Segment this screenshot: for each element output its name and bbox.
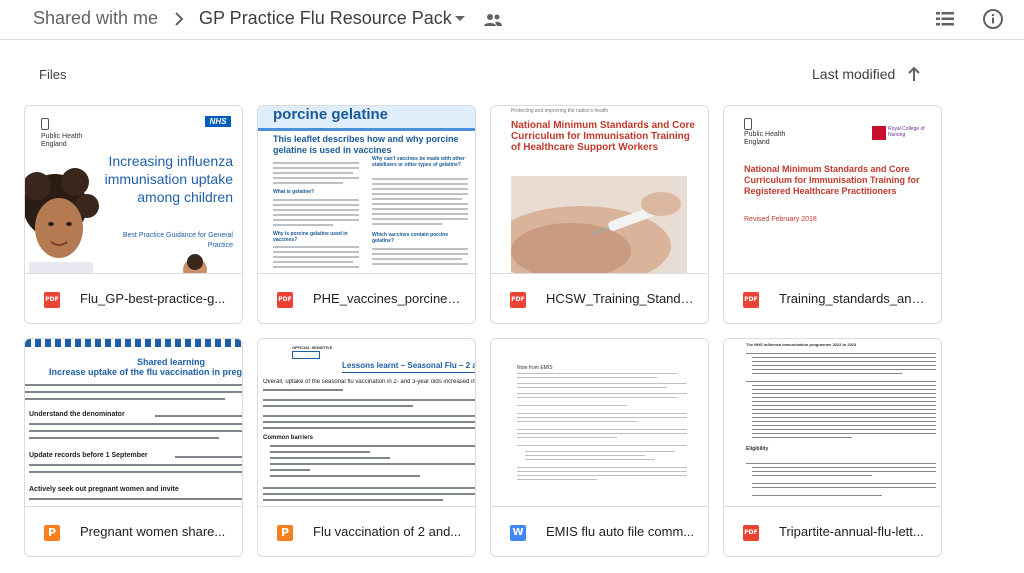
breadcrumb-current-folder[interactable]: GP Practice Flu Resource Pack xyxy=(199,8,452,29)
doc-title: Increasing influenza immunisation uptake… xyxy=(104,153,233,205)
file-card[interactable]: Note from EMIS EMIS flu auto file comm..… xyxy=(490,338,709,557)
section-heading: Common barriers xyxy=(263,435,314,441)
file-thumbnail: OFFICIAL SENSITIVE Lessons learnt – Seas… xyxy=(258,339,475,507)
section-heading: Actively seek out pregnant women and inv… xyxy=(29,486,179,493)
breadcrumb-shared-with-me[interactable]: Shared with me xyxy=(33,8,158,29)
org-name: Public Health England xyxy=(744,131,786,146)
doc-subtitle: Best Practice Guidance for General Pract… xyxy=(122,232,233,249)
nhs-logo: NHS xyxy=(205,116,231,127)
file-card[interactable]: Shared learning Increase uptake of the f… xyxy=(24,338,243,557)
section-heading: Which vaccines contain porcine gelatine? xyxy=(372,232,449,244)
doc-subtitle: Increase uptake of the flu vaccination i… xyxy=(49,367,242,377)
doc-date: Revised February 2018 xyxy=(744,216,817,223)
file-name: Tripartite-annual-flu-lett... xyxy=(779,524,924,539)
injection-photo xyxy=(511,176,687,273)
file-thumbnail: Note from EMIS xyxy=(491,339,708,507)
file-thumbnail: The NHS influenza immunisation programme… xyxy=(724,339,941,507)
section-heading: What is gelatine? xyxy=(273,189,315,195)
list-view-icon[interactable] xyxy=(934,9,956,29)
file-name: Training_standards_and... xyxy=(779,291,929,306)
info-icon[interactable] xyxy=(981,7,1005,31)
doc-banner: porcine gelatine xyxy=(273,106,389,123)
section-heading: Update records before 1 September xyxy=(29,452,148,459)
doc-classification: OFFICIAL SENSITIVE xyxy=(292,345,333,350)
pdf-icon xyxy=(277,292,293,308)
file-card[interactable]: OFFICIAL SENSITIVE Lessons learnt – Seas… xyxy=(257,338,476,557)
doc-paragraph: Overall, uptake of the seasonal flu vacc… xyxy=(263,379,475,385)
file-name: Pregnant women share... xyxy=(80,524,226,539)
shared-people-icon xyxy=(484,14,502,26)
file-card[interactable]: Protecting and improving the nation's he… xyxy=(490,105,709,324)
file-name: Flu vaccination of 2 and... xyxy=(313,524,462,539)
file-thumbnail: Protecting and improving the nation's he… xyxy=(491,106,708,274)
powerpoint-icon xyxy=(277,525,293,541)
org-name: Public Health England xyxy=(41,133,83,148)
rcn-logo-mark xyxy=(872,126,886,140)
doc-title: National Minimum Standards and Core Curr… xyxy=(744,164,920,196)
file-card[interactable]: Public Health England NHS Increasing inf… xyxy=(24,105,243,324)
file-card[interactable]: Public Health England Royal College of N… xyxy=(723,105,942,324)
section-heading: Why is porcine gelatine used in vaccines… xyxy=(273,231,348,243)
section-heading: Understand the denominator xyxy=(29,411,125,418)
pdf-icon xyxy=(743,525,759,541)
file-thumbnail: Shared learning Increase uptake of the f… xyxy=(25,339,242,507)
top-bar: Shared with me GP Practice Flu Resource … xyxy=(0,0,1024,40)
pdf-icon xyxy=(743,292,759,308)
doc-lead: This leaflet describes how and why porci… xyxy=(273,134,459,155)
chevron-right-icon xyxy=(175,12,184,26)
pdf-icon xyxy=(44,292,60,308)
doc-tagline: Protecting and improving the nation's he… xyxy=(511,108,609,114)
doc-title: National Minimum Standards and Core Curr… xyxy=(511,120,695,153)
file-name: PHE_vaccines_porcine_... xyxy=(313,291,463,306)
crest-icon xyxy=(41,118,49,130)
arrow-up-icon[interactable] xyxy=(906,65,922,83)
file-card[interactable]: The NHS influenza immunisation programme… xyxy=(723,338,942,557)
file-thumbnail: Public Health England Royal College of N… xyxy=(724,106,941,274)
photo-fragment xyxy=(183,254,207,273)
doc-title: Shared learning xyxy=(137,357,206,367)
crest-icon xyxy=(744,118,752,130)
doc-title: Lessons learnt – Seasonal Flu – 2 and 3 … xyxy=(342,361,475,370)
file-name: HCSW_Training_Standa... xyxy=(546,291,696,306)
caret-down-icon[interactable] xyxy=(450,11,470,27)
file-name: EMIS flu auto file comm... xyxy=(546,524,695,539)
file-thumbnail: porcine gelatine This leaflet describes … xyxy=(258,106,475,274)
child-photo xyxy=(25,168,99,273)
section-heading: Why can't vaccines be made with other st… xyxy=(372,156,465,168)
sort-by-last-modified[interactable]: Last modified xyxy=(812,66,895,82)
doc-title: Note from EMIS xyxy=(517,365,553,371)
powerpoint-icon xyxy=(44,525,60,541)
section-heading: Eligibility xyxy=(746,446,769,452)
doc-title: The NHS influenza immunisation programme… xyxy=(746,342,857,347)
file-thumbnail: Public Health England NHS Increasing inf… xyxy=(25,106,242,274)
pdf-icon xyxy=(510,292,526,308)
word-doc-icon xyxy=(510,525,526,541)
file-name: Flu_GP-best-practice-g... xyxy=(80,291,226,306)
org-name-secondary: Royal College of Nursing xyxy=(888,126,925,138)
files-section-label: Files xyxy=(39,67,67,82)
files-section-bar: Files Last modified xyxy=(16,41,1024,101)
file-card[interactable]: porcine gelatine This leaflet describes … xyxy=(257,105,476,324)
